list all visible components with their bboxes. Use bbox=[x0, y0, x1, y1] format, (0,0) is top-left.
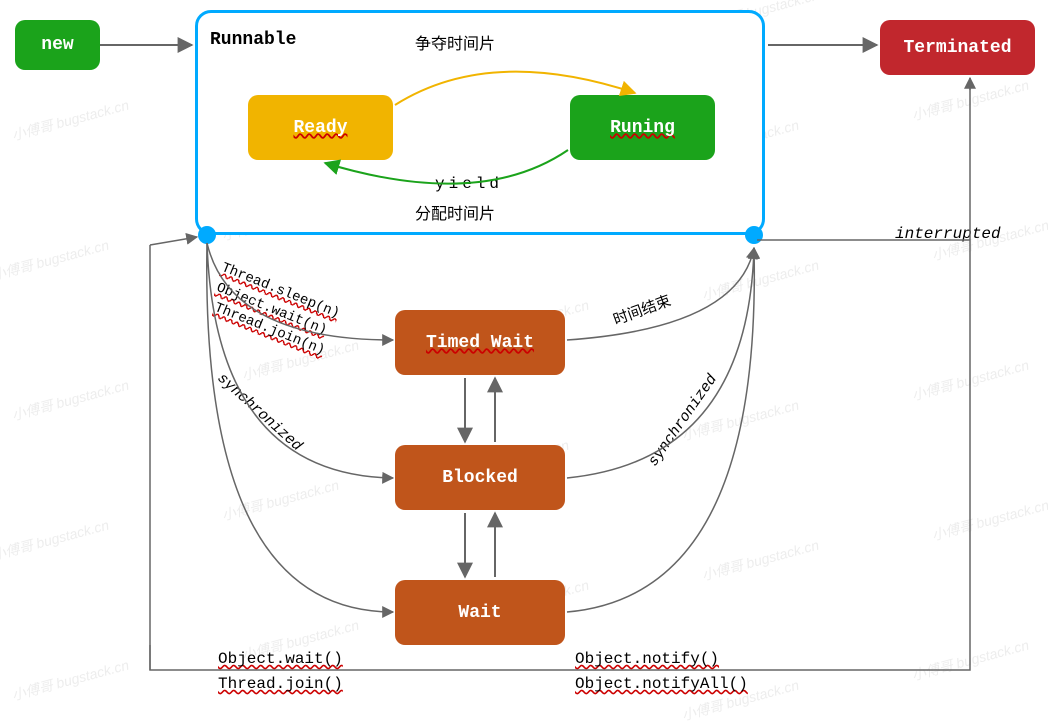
runnable-title: Runnable bbox=[210, 30, 296, 50]
edge-left-to-dot bbox=[150, 237, 197, 245]
state-running: Runing bbox=[570, 95, 715, 160]
state-new: new bbox=[15, 20, 100, 70]
state-timed-wait-label: Timed Wait bbox=[426, 333, 534, 353]
label-object-wait: Object.wait() bbox=[218, 650, 343, 668]
watermark: 小傅哥 bugstack.cn bbox=[909, 75, 1031, 126]
label-thread-join: Thread.join() bbox=[218, 675, 343, 693]
watermark: 小傅哥 bugstack.cn bbox=[0, 515, 111, 566]
state-terminated: Terminated bbox=[880, 20, 1035, 75]
label-object-notifyAll: Object.notifyAll() bbox=[575, 675, 748, 693]
label-compete: 争夺时间片 bbox=[415, 30, 495, 54]
label-object-notify: Object.notify() bbox=[575, 650, 719, 668]
label-interrupted: interrupted bbox=[895, 225, 1001, 243]
watermark: 小傅哥 bugstack.cn bbox=[699, 535, 821, 586]
watermark: 小傅哥 bugstack.cn bbox=[9, 655, 131, 706]
watermark: 小傅哥 bugstack.cn bbox=[909, 635, 1031, 686]
state-running-label: Runing bbox=[610, 118, 675, 138]
label-sync-up: synchronized bbox=[645, 372, 721, 470]
label-yield: yield bbox=[435, 175, 503, 193]
label-alloc: 分配时间片 bbox=[415, 200, 495, 224]
dot-right bbox=[745, 226, 763, 244]
state-ready: Ready bbox=[248, 95, 393, 160]
watermark: 小傅哥 bugstack.cn bbox=[699, 255, 821, 306]
dot-left bbox=[198, 226, 216, 244]
watermark: 小傅哥 bugstack.cn bbox=[219, 475, 341, 526]
watermark: 小傅哥 bugstack.cn bbox=[9, 375, 131, 426]
state-ready-label: Ready bbox=[293, 118, 347, 138]
watermark: 小傅哥 bugstack.cn bbox=[909, 355, 1031, 406]
watermark: 小傅哥 bugstack.cn bbox=[0, 235, 111, 286]
state-blocked: Blocked bbox=[395, 445, 565, 510]
label-time-over: 时间结束 bbox=[610, 289, 674, 329]
state-wait: Wait bbox=[395, 580, 565, 645]
label-sync-down: synchronized bbox=[214, 370, 306, 455]
watermark: 小傅哥 bugstack.cn bbox=[929, 495, 1048, 546]
state-timed-wait: Timed Wait bbox=[395, 310, 565, 375]
watermark: 小傅哥 bugstack.cn bbox=[9, 95, 131, 146]
